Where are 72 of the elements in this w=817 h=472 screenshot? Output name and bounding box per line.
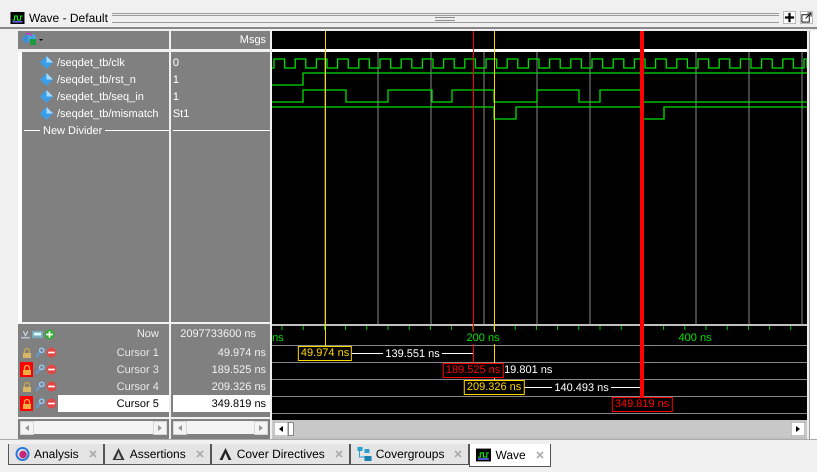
time-label: ns xyxy=(272,332,284,344)
remove-icon[interactable] xyxy=(46,347,57,358)
signal-name[interactable]: /seqdet_tb/mismatch xyxy=(57,108,158,120)
signal-name[interactable]: /seqdet_tb/seq_in xyxy=(57,90,144,102)
cursor-time: 189.525 ns xyxy=(210,362,268,378)
cursor-time-label: 349.819 ns xyxy=(612,397,672,412)
remove-icon[interactable] xyxy=(46,381,57,392)
signal-value: 0 xyxy=(172,56,179,68)
monitor-icon[interactable] xyxy=(32,328,43,340)
close-icon[interactable] xyxy=(454,450,462,458)
scroll-thumb[interactable] xyxy=(288,422,294,436)
signal-icon xyxy=(40,90,53,103)
tab[interactable]: Covergroups xyxy=(350,444,470,465)
cursor-name[interactable]: Cursor 5 xyxy=(58,395,169,412)
remove-icon[interactable] xyxy=(46,364,57,375)
wave-window-icon xyxy=(10,12,25,24)
analysis-icon xyxy=(15,447,30,461)
cursor-delta: 139.551 ns xyxy=(352,346,474,361)
cursor-time-label: 49.974 ns xyxy=(298,346,352,361)
tab[interactable]: Cover Directives xyxy=(210,444,350,465)
signal-name[interactable]: /seqdet_tb/clk xyxy=(57,56,125,68)
signal-value: 1 xyxy=(172,90,179,102)
msgs-header: Msgs xyxy=(240,34,266,46)
lock-icon[interactable] xyxy=(20,396,33,411)
cursor-name[interactable]: Cursor 4 xyxy=(58,378,169,395)
signal-icon xyxy=(40,73,53,86)
cursor-time: 209.326 ns xyxy=(210,380,268,394)
undock-icon[interactable] xyxy=(800,11,813,24)
close-icon[interactable] xyxy=(88,450,97,458)
divider-label[interactable]: New Divider xyxy=(43,124,102,136)
triangle-icon xyxy=(110,447,126,461)
scroll-right-icon[interactable] xyxy=(791,422,806,436)
tab[interactable]: Wave xyxy=(469,444,551,467)
time-label: 200 ns xyxy=(466,332,500,344)
cursor-delta: 19.801 ns xyxy=(504,363,552,378)
close-icon[interactable] xyxy=(536,451,544,459)
scroll-left-icon[interactable] xyxy=(274,422,288,436)
cursor-tool-icon[interactable] xyxy=(20,328,31,340)
cursor-time: 49.974 ns xyxy=(216,346,268,360)
lock-icon[interactable] xyxy=(20,379,33,394)
cursor-line[interactable] xyxy=(472,31,474,363)
drag-handle-icon[interactable] xyxy=(435,16,456,22)
now-label: Now xyxy=(136,328,159,340)
remove-icon[interactable] xyxy=(46,398,57,409)
window-title: Wave - Default xyxy=(29,10,108,24)
signal-value: 1 xyxy=(172,74,179,86)
vertical-scrollbar[interactable] xyxy=(809,31,817,439)
signal-icon xyxy=(40,56,53,69)
cursor-time-label: 189.525 ns xyxy=(442,363,504,378)
cursor-line[interactable] xyxy=(324,31,326,346)
wave-icon xyxy=(476,448,492,462)
add-cursor-icon[interactable] xyxy=(44,328,55,340)
close-icon[interactable] xyxy=(334,450,343,458)
covergroups-icon xyxy=(356,447,372,461)
lock-icon[interactable] xyxy=(20,345,33,360)
time-label: 400 ns xyxy=(678,332,712,344)
cover-icon xyxy=(218,447,233,461)
cursor-time: 349.819 ns xyxy=(172,395,270,412)
close-icon[interactable] xyxy=(196,450,204,458)
tab[interactable]: Assertions xyxy=(104,444,211,465)
lock-icon[interactable] xyxy=(20,362,33,377)
cursor-name[interactable]: Cursor 3 xyxy=(58,361,169,378)
add-icon[interactable] xyxy=(783,11,796,24)
signal-name[interactable]: /seqdet_tb/rst_n xyxy=(57,74,136,86)
cursor-name[interactable]: Cursor 1 xyxy=(58,344,169,361)
tab[interactable]: Analysis xyxy=(8,444,104,465)
now-value: 2097733600 ns xyxy=(180,328,258,340)
horizontal-scrollbar[interactable] xyxy=(272,420,808,437)
signal-value: St1 xyxy=(172,108,190,120)
signal-icon xyxy=(40,107,53,120)
cursor-line[interactable] xyxy=(494,31,495,380)
cursor-time-label: 209.326 ns xyxy=(464,380,524,395)
